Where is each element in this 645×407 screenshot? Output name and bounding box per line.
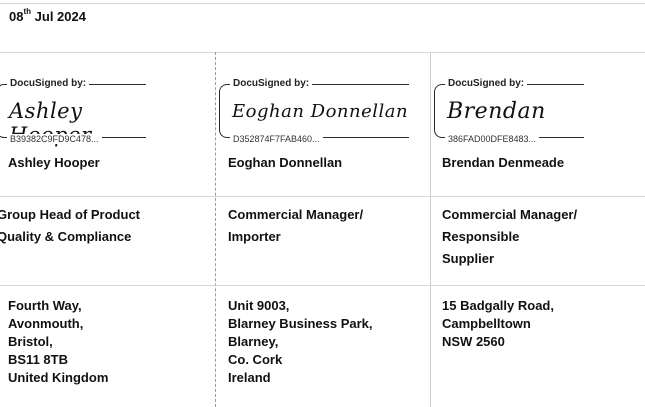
signatory-role: Commercial Manager/ Importer [228,207,364,244]
signatory-name: Ashley Hooper [8,155,100,170]
docusign-box-1: DocuSigned by: Ashley Hooper B39382C9FD9… [0,78,146,147]
docusign-label: DocuSigned by: [7,78,90,89]
role-row-divider [0,285,645,286]
column-divider-1 [215,52,216,407]
date-row-divider [0,52,645,53]
signatory-address: Unit 9003, Blarney Business Park, Blarne… [228,298,373,385]
signature-brendan: Brendan [447,99,546,124]
envelope-id: D352874F7FAB460... [230,134,323,144]
column-divider-2 [430,52,431,407]
signatory-address: 15 Badgally Road, Campbelltown NSW 2560 [442,298,554,349]
signatory-role: Commercial Manager/ Responsible Supplier [442,207,578,266]
signatory-role: Group Head of Product Quality & Complian… [0,207,140,244]
envelope-id: 386FAD00DFE8483... [445,134,540,144]
docusign-label: DocuSigned by: [445,78,528,89]
signatory-name: Eoghan Donnellan [228,155,343,170]
docusign-box-3: DocuSigned by: Brendan 386FAD00DFE8483..… [434,78,584,144]
signing-date: 08th Jul 2024 [9,7,86,24]
docusign-box-2: DocuSigned by: Eoghan Donnellan D352874F… [219,78,409,144]
name-row-divider [0,196,645,197]
top-divider [0,3,645,4]
signatory-address: Fourth Way, Avonmouth, Bristol, BS11 8TB… [8,298,109,385]
signature-eoghan: Eoghan Donnellan [232,101,409,122]
signatory-name: Brendan Denmeade [442,155,565,170]
envelope-id: B39382C9FD9C478... [7,134,102,144]
docusign-label: DocuSigned by: [230,78,313,89]
